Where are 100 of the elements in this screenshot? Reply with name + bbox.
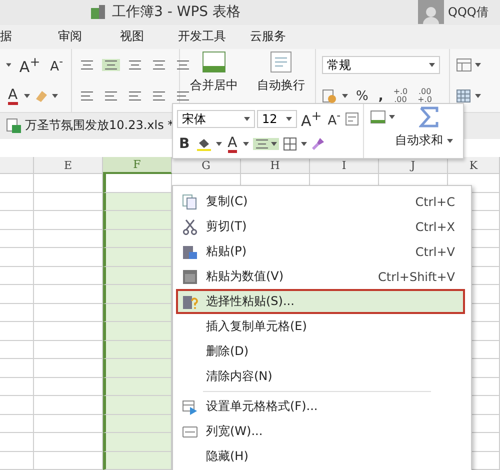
grid-cell[interactable] — [103, 414, 172, 433]
grid-cell[interactable] — [34, 396, 103, 414]
grid-cell[interactable] — [0, 452, 34, 470]
merge-center-button[interactable]: 合并居中 — [186, 49, 242, 96]
grid-cell[interactable] — [0, 248, 34, 266]
menu-tab[interactable]: 审阅 — [58, 28, 82, 46]
grid-cell[interactable] — [34, 433, 103, 452]
grow-font-button[interactable]: A$^{+}$ — [299, 108, 324, 130]
grid-cell[interactable] — [103, 340, 172, 359]
grid-cell[interactable] — [34, 304, 103, 322]
grid-cell[interactable] — [0, 285, 34, 304]
grid-cell[interactable] — [0, 414, 34, 433]
grid-cell[interactable] — [34, 248, 103, 266]
menu-item[interactable]: 剪切(T) Ctrl+X — [176, 214, 465, 239]
menu-item[interactable]: 复制(C) Ctrl+C — [176, 189, 465, 214]
grid-cell[interactable] — [0, 211, 34, 230]
font-dropdown[interactable]: 宋体 — [177, 110, 255, 128]
menu-tab[interactable]: 开发工具 — [178, 28, 226, 46]
grid-cell[interactable] — [0, 378, 34, 396]
grid-cell[interactable] — [34, 230, 103, 248]
grid-cell[interactable] — [103, 285, 172, 304]
menu-item[interactable]: 设置单元格格式(F)... — [176, 394, 465, 419]
font-color-button[interactable]: A — [6, 86, 20, 106]
font-color-button[interactable]: A — [226, 134, 240, 154]
bold-button[interactable]: B — [177, 136, 192, 152]
grid-cell[interactable] — [34, 211, 103, 230]
grid-cell[interactable] — [103, 192, 172, 211]
menu-item[interactable]: 插入复制单元格(E) — [176, 314, 465, 339]
grid-cell[interactable] — [34, 378, 103, 396]
decrease-decimal-button[interactable]: .00 +.0 — [416, 88, 434, 104]
grid-cell[interactable] — [34, 285, 103, 304]
column-header[interactable]: K — [448, 157, 500, 174]
menu-tab[interactable]: 云服务 — [250, 28, 286, 46]
grid-cell[interactable] — [0, 230, 34, 248]
grid-cell[interactable] — [103, 211, 172, 230]
percent-button[interactable]: % — [354, 88, 370, 104]
column-header[interactable]: E — [34, 157, 103, 174]
grid-cell[interactable] — [34, 322, 103, 340]
number-format-dropdown[interactable]: 常规 — [322, 56, 440, 74]
increase-decimal-button[interactable]: +.0 .00 — [391, 88, 410, 104]
menu-item[interactable]: 粘贴为数值(V) Ctrl+Shift+V — [176, 264, 465, 289]
align-center-button[interactable] — [253, 138, 280, 150]
grid-cell[interactable] — [0, 322, 34, 340]
menu-item[interactable]: 删除(D) — [176, 339, 465, 364]
grid-cell[interactable] — [34, 266, 103, 285]
align-icon[interactable] — [126, 90, 144, 102]
align-icon[interactable] — [174, 58, 192, 71]
grid-cell[interactable] — [0, 433, 34, 452]
grid-cell[interactable] — [103, 230, 172, 248]
align-icon[interactable] — [150, 90, 168, 102]
grid-cell[interactable] — [103, 304, 172, 322]
autosum-button[interactable]: 自动求和 — [391, 130, 457, 151]
grid-cell[interactable] — [103, 359, 172, 378]
align-icon[interactable] — [126, 58, 144, 71]
caret-icon — [243, 142, 250, 146]
align-icon[interactable] — [78, 58, 96, 71]
grid-cell[interactable] — [103, 266, 172, 285]
wrap-text-button[interactable]: 自动换行 — [253, 49, 309, 96]
caret-icon — [244, 117, 250, 121]
grid-cell[interactable] — [0, 396, 34, 414]
grid-cell[interactable] — [0, 304, 34, 322]
align-icon[interactable] — [102, 58, 120, 71]
menu-item[interactable]: 隐藏(H) — [176, 444, 465, 469]
align-icon[interactable] — [150, 58, 168, 71]
grid-cell[interactable] — [103, 396, 172, 414]
grid-cell[interactable] — [34, 359, 103, 378]
grid-cell[interactable] — [103, 322, 172, 340]
menu-item[interactable]: 清除内容(N) — [176, 364, 465, 389]
grid-cell[interactable] — [103, 378, 172, 396]
menu-item[interactable]: 选择性粘贴(S)... — [176, 289, 465, 314]
borders-icon — [283, 137, 298, 151]
grid-cell[interactable] — [34, 452, 103, 470]
grid-cell[interactable] — [103, 174, 172, 192]
shrink-font-button[interactable]: A$^{-}$ — [326, 110, 343, 128]
grid-cell[interactable] — [0, 192, 34, 211]
comma-button[interactable]: , — [376, 88, 386, 104]
column-header[interactable]: F — [103, 157, 172, 174]
menu-item[interactable]: 粘贴(P) Ctrl+V — [176, 239, 465, 264]
shrink-font-button[interactable]: A$^{-}$ — [48, 56, 65, 74]
menu-tab[interactable]: 据 — [0, 28, 12, 46]
align-icon[interactable] — [102, 90, 120, 102]
align-icon[interactable] — [174, 90, 192, 102]
grid-cell[interactable] — [103, 452, 172, 470]
grid-cell[interactable] — [0, 174, 34, 192]
grid-cell[interactable] — [34, 414, 103, 433]
grow-font-button[interactable]: A$^{+}$ — [17, 54, 42, 76]
align-icon[interactable] — [78, 90, 96, 102]
grid-cell[interactable] — [103, 248, 172, 266]
menu-item[interactable]: 列宽(W)... — [176, 419, 465, 444]
grid-cell[interactable] — [0, 266, 34, 285]
grid-cell[interactable] — [103, 433, 172, 452]
grid-cell[interactable] — [34, 340, 103, 359]
grid-cell[interactable] — [34, 174, 103, 192]
grid-cell[interactable] — [0, 340, 34, 359]
grid-cell[interactable] — [34, 192, 103, 211]
column-header[interactable] — [0, 157, 34, 174]
caret-icon — [286, 117, 292, 121]
menu-tab[interactable]: 视图 — [120, 28, 144, 46]
grid-cell[interactable] — [0, 359, 34, 378]
font-size-dropdown[interactable]: 12 — [257, 110, 297, 128]
